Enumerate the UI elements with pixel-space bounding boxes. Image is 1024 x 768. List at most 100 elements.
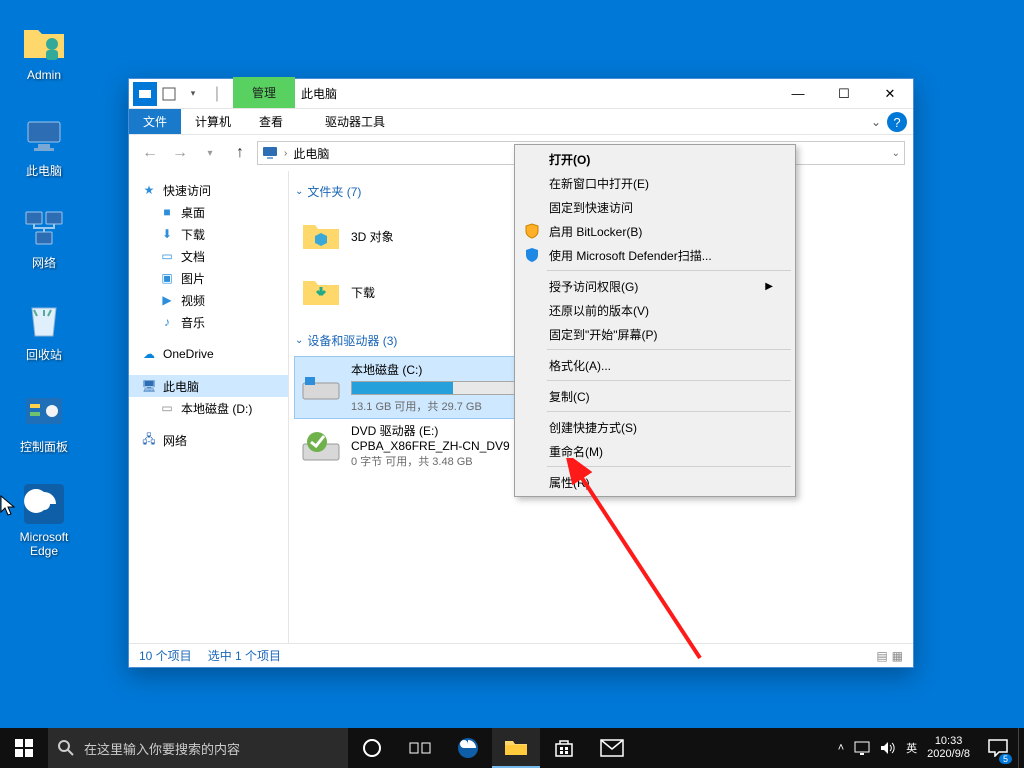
close-button[interactable]: ✕ bbox=[867, 79, 913, 108]
ribbon-tab-computer[interactable]: 计算机 bbox=[181, 109, 245, 134]
search-placeholder: 在这里输入你要搜索的内容 bbox=[84, 739, 240, 758]
status-bar: 10 个项目 选中 1 个项目 ▤ ▦ bbox=[129, 643, 913, 667]
taskbar-cortana[interactable] bbox=[348, 728, 396, 768]
nav-this-pc[interactable]: 🖥此电脑 bbox=[129, 375, 288, 397]
nav-quick-videos[interactable]: ▶视频 bbox=[129, 289, 288, 311]
menu-separator bbox=[547, 270, 791, 271]
menu-pin-quick-access[interactable]: 固定到快速访问 bbox=[517, 195, 793, 219]
menu-pin-start[interactable]: 固定到"开始"屏幕(P) bbox=[517, 322, 793, 346]
titlebar[interactable]: ▾ | 管理 此电脑 — ☐ ✕ bbox=[129, 79, 913, 109]
desktop-icon-controlpanel[interactable]: 控制面板 bbox=[6, 388, 82, 455]
qat-dropdown-icon[interactable]: ▾ bbox=[181, 82, 205, 106]
submenu-arrow-icon: ▶ bbox=[765, 281, 773, 292]
nav-quick-downloads[interactable]: ⬇下载 bbox=[129, 223, 288, 245]
ribbon-tabs: 文件 计算机 查看 驱动器工具 ⌄ ? bbox=[129, 109, 913, 135]
menu-restore-versions[interactable]: 还原以前的版本(V) bbox=[517, 298, 793, 322]
desktop-icon-label: Admin bbox=[6, 68, 82, 82]
shield-icon bbox=[523, 222, 541, 240]
drive-c[interactable]: 本地磁盘 (C:) 13.1 GB 可用，共 29.7 GB bbox=[295, 357, 540, 418]
menu-copy[interactable]: 复制(C) bbox=[517, 384, 793, 408]
pc-icon bbox=[20, 112, 68, 160]
store-icon bbox=[553, 737, 575, 759]
address-dropdown-icon[interactable]: ⌄ bbox=[892, 148, 900, 159]
tray-ime[interactable]: 英 bbox=[906, 740, 917, 756]
pc-icon bbox=[262, 145, 278, 161]
help-button[interactable]: ? bbox=[887, 112, 907, 132]
taskbar-store[interactable] bbox=[540, 728, 588, 768]
chevron-down-icon: ⌄ bbox=[295, 335, 303, 346]
menu-open-new-window[interactable]: 在新窗口中打开(E) bbox=[517, 171, 793, 195]
ribbon-expand-icon[interactable]: ⌄ bbox=[871, 115, 881, 129]
desktop-icon-label: 控制面板 bbox=[6, 438, 82, 455]
chevron-right-icon: › bbox=[284, 148, 287, 159]
taskbar-explorer[interactable] bbox=[492, 728, 540, 768]
tray-network-icon[interactable] bbox=[854, 741, 870, 755]
taskbar-taskview[interactable] bbox=[396, 728, 444, 768]
taskbar-search[interactable]: 在这里输入你要搜索的内容 bbox=[48, 728, 348, 768]
menu-rename[interactable]: 重命名(M) bbox=[517, 439, 793, 463]
drive-icon bbox=[301, 368, 341, 408]
desktop-icon: ■ bbox=[159, 204, 175, 220]
folder-icon bbox=[504, 737, 528, 757]
desktop-icon-recycle[interactable]: 回收站 bbox=[6, 296, 82, 363]
nav-forward-button[interactable]: → bbox=[167, 140, 193, 166]
folder-downloads[interactable]: 下载 bbox=[295, 264, 540, 320]
view-details-icon[interactable]: ▤ bbox=[876, 649, 887, 663]
desktop-icon-label: 回收站 bbox=[6, 346, 82, 363]
qat-separator: | bbox=[205, 82, 229, 106]
nav-quick-documents[interactable]: ▭文档 bbox=[129, 245, 288, 267]
menu-create-shortcut[interactable]: 创建快捷方式(S) bbox=[517, 415, 793, 439]
app-icon bbox=[133, 82, 157, 106]
nav-recent-button[interactable]: ▾ bbox=[197, 140, 223, 166]
action-center-button[interactable]: 5 bbox=[978, 728, 1018, 768]
desktop-icon-network[interactable]: 网络 bbox=[6, 204, 82, 271]
show-desktop-button[interactable] bbox=[1018, 728, 1024, 768]
nav-quick-music[interactable]: ♪音乐 bbox=[129, 311, 288, 333]
tray-volume-icon[interactable] bbox=[880, 741, 896, 755]
maximize-button[interactable]: ☐ bbox=[821, 79, 867, 108]
nav-onedrive[interactable]: ☁OneDrive bbox=[129, 343, 288, 365]
taskbar-edge[interactable] bbox=[444, 728, 492, 768]
drive-icon: ▭ bbox=[159, 400, 175, 416]
menu-grant-access[interactable]: 授予访问权限(G)▶ bbox=[517, 274, 793, 298]
ribbon-tab-drivetools[interactable]: 驱动器工具 bbox=[311, 109, 399, 134]
taskbar: 在这里输入你要搜索的内容 ˄ 英 10:33 2020/9/8 5 bbox=[0, 728, 1024, 768]
ribbon-tab-view[interactable]: 查看 bbox=[245, 109, 297, 134]
breadcrumb-thispc[interactable]: 此电脑 bbox=[293, 145, 329, 162]
tray-clock[interactable]: 10:33 2020/9/8 bbox=[927, 735, 970, 761]
menu-properties[interactable]: 属性(R) bbox=[517, 470, 793, 494]
start-button[interactable] bbox=[0, 728, 48, 768]
menu-open[interactable]: 打开(O) bbox=[517, 147, 793, 171]
windows-logo-icon bbox=[15, 739, 33, 757]
view-tiles-icon[interactable]: ▦ bbox=[892, 649, 903, 663]
minimize-button[interactable]: — bbox=[775, 79, 821, 108]
nav-up-button[interactable]: ↑ bbox=[227, 140, 253, 166]
desktop-icon-thispc[interactable]: 此电脑 bbox=[6, 112, 82, 179]
taskbar-mail[interactable] bbox=[588, 728, 636, 768]
desktop-icon-edge[interactable]: Microsoft Edge bbox=[6, 480, 82, 558]
picture-icon: ▣ bbox=[159, 270, 175, 286]
drive-e[interactable]: DVD 驱动器 (E:) CPBA_X86FRE_ZH-CN_DV9 0 字节 … bbox=[295, 418, 540, 473]
menu-format[interactable]: 格式化(A)... bbox=[517, 353, 793, 377]
ribbon-tab-file[interactable]: 文件 bbox=[129, 109, 181, 134]
nav-quick-pictures[interactable]: ▣图片 bbox=[129, 267, 288, 289]
nav-quick-access[interactable]: ★快速访问 bbox=[129, 179, 288, 201]
tray-overflow-icon[interactable]: ˄ bbox=[838, 742, 844, 754]
folder-3dobjects[interactable]: 3D 对象 bbox=[295, 208, 540, 264]
qat-properties-icon[interactable] bbox=[157, 82, 181, 106]
drive-name: 本地磁盘 (C:) bbox=[351, 361, 534, 378]
nav-local-d[interactable]: ▭本地磁盘 (D:) bbox=[129, 397, 288, 419]
status-item-count: 10 个项目 bbox=[139, 647, 192, 664]
menu-bitlocker[interactable]: 启用 BitLocker(B) bbox=[517, 219, 793, 243]
nav-back-button[interactable]: ← bbox=[137, 140, 163, 166]
music-icon: ♪ bbox=[159, 314, 175, 330]
nav-quick-desktop[interactable]: ■桌面 bbox=[129, 201, 288, 223]
chevron-down-icon: ⌄ bbox=[295, 186, 303, 197]
desktop-icon-admin[interactable]: Admin bbox=[6, 18, 82, 82]
menu-defender-scan[interactable]: 使用 Microsoft Defender扫描... bbox=[517, 243, 793, 267]
contextual-tab-manage[interactable]: 管理 bbox=[233, 77, 295, 108]
cloud-icon: ☁ bbox=[141, 346, 157, 362]
nav-network[interactable]: 🖧网络 bbox=[129, 429, 288, 451]
status-selection: 选中 1 个项目 bbox=[208, 647, 281, 664]
tray-date: 2020/9/8 bbox=[927, 748, 970, 761]
